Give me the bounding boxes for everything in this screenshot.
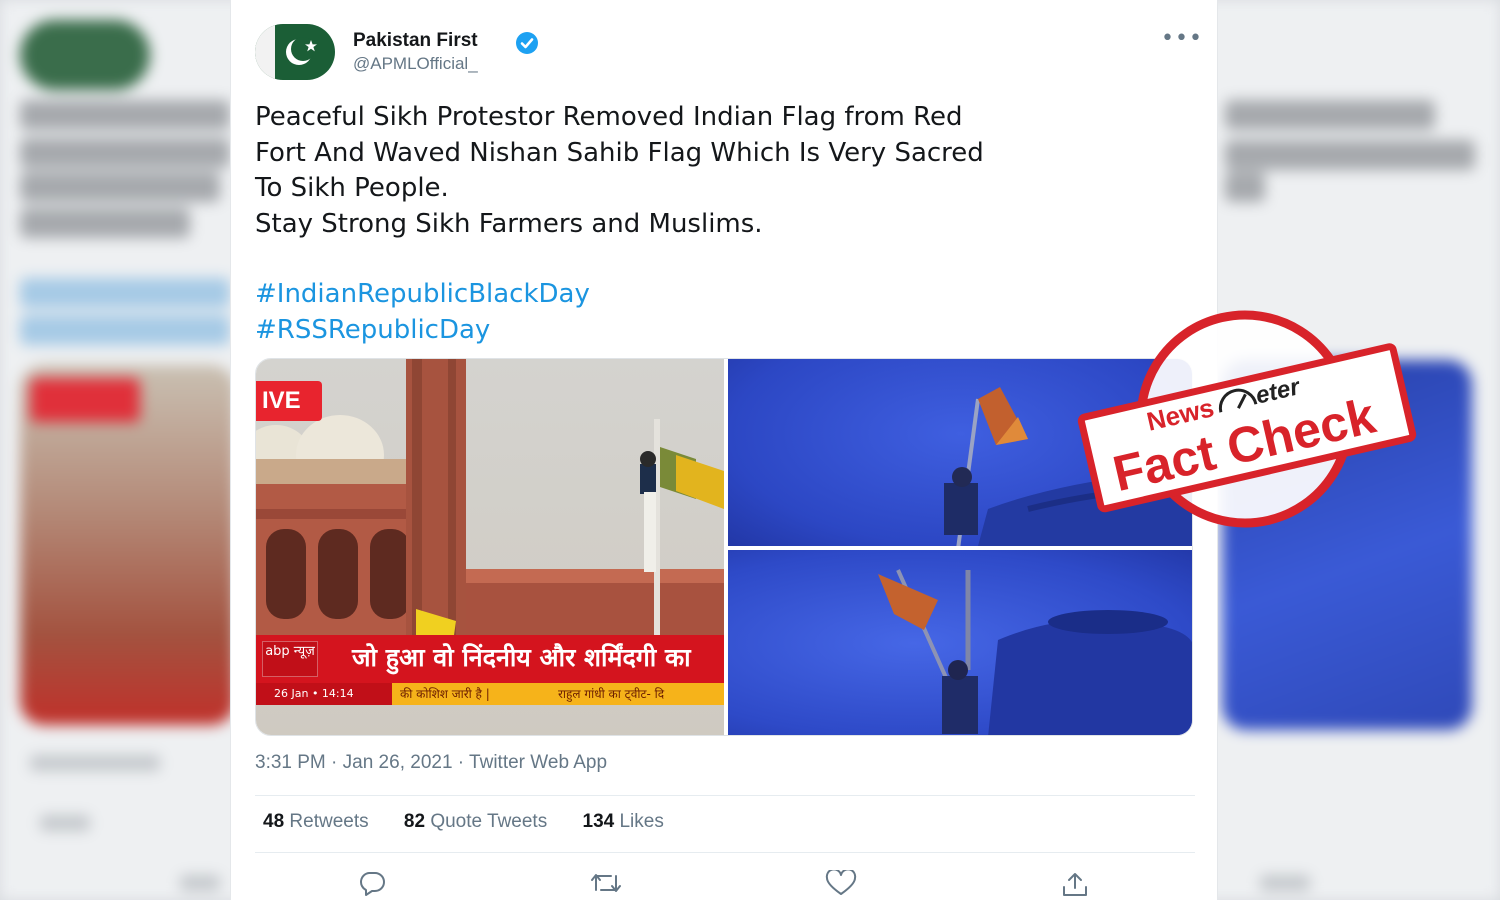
retweets-count: 48 bbox=[263, 811, 285, 832]
display-name[interactable]: Pakistan First bbox=[353, 30, 478, 52]
likes-label: Likes bbox=[619, 811, 664, 832]
flag-waving-photo-bottom[interactable] bbox=[728, 550, 1192, 735]
tweet-card: Pakistan First @APMLOfficial_ ••• Peacef… bbox=[230, 0, 1218, 900]
channel-logo: abp न्यूज़ bbox=[262, 641, 318, 677]
retweets-label: Retweets bbox=[289, 811, 369, 832]
retweet-icon[interactable] bbox=[589, 870, 623, 896]
likes-count: 134 bbox=[582, 811, 615, 832]
tweet-text-line: Peaceful Sikh Protestor Removed Indian F… bbox=[255, 102, 963, 132]
ticker-date: 26 Jan • 14:14 bbox=[256, 683, 392, 705]
share-icon[interactable] bbox=[1059, 870, 1091, 898]
flag-waving-photo-top[interactable] bbox=[728, 359, 1192, 546]
tweet-media-grid: IVE abp न्यूज़ जो हुआ वो निंदनीय और शर्म… bbox=[255, 358, 1193, 736]
divider bbox=[255, 795, 1195, 796]
hashtag-list: #IndianRepublicBlackDay #RSSRepublicDay bbox=[255, 277, 590, 348]
likes-stat[interactable]: 134 Likes bbox=[583, 811, 664, 832]
divider bbox=[255, 852, 1195, 853]
tweet-text-line: To Sikh People. bbox=[255, 173, 449, 203]
tweet-timestamp[interactable]: 3:31 PM · Jan 26, 2021 · Twitter Web App bbox=[255, 752, 607, 774]
retweets-stat[interactable]: 48 Retweets bbox=[263, 811, 369, 832]
tweet-actions bbox=[231, 866, 1219, 900]
pakistan-flag-icon bbox=[286, 37, 317, 65]
user-handle[interactable]: @APMLOfficial_ bbox=[353, 54, 478, 74]
tweet-text-line: Stay Strong Sikh Farmers and Muslims. bbox=[255, 208, 763, 239]
ticker-text: की कोशिश जारी है | bbox=[400, 687, 490, 701]
tweet-text-line: Fort And Waved Nishan Sahib Flag Which I… bbox=[255, 137, 984, 168]
avatar[interactable] bbox=[255, 24, 335, 80]
tweet-stats: 48 Retweets 82 Quote Tweets 134 Likes bbox=[263, 811, 694, 833]
tweet-text: Peaceful Sikh Protestor Removed Indian F… bbox=[255, 100, 1205, 242]
quotes-count: 82 bbox=[403, 811, 426, 832]
flag-waving-scene bbox=[944, 387, 1192, 546]
news-headline: जो हुआ वो निंदनीय और शर्मिंदगी का bbox=[352, 643, 691, 672]
news-ticker: 26 Jan • 14:14 की कोशिश जारी है | राहुल … bbox=[256, 683, 724, 705]
verified-badge-icon bbox=[516, 32, 538, 54]
like-icon[interactable] bbox=[825, 870, 857, 896]
quotes-label: Quote Tweets bbox=[430, 811, 548, 832]
hashtag-link[interactable]: #IndianRepublicBlackDay bbox=[255, 277, 590, 313]
live-badge: IVE bbox=[256, 381, 322, 421]
red-fort-news-photo[interactable]: IVE abp न्यूज़ जो हुआ वो निंदनीय और शर्म… bbox=[256, 359, 724, 735]
flag-waving-scene bbox=[878, 569, 1192, 735]
ticker-text: राहुल गांधी का ट्वीट- दि bbox=[558, 687, 665, 701]
more-icon[interactable]: ••• bbox=[1161, 26, 1203, 51]
news-headline-bar: abp न्यूज़ जो हुआ वो निंदनीय और शर्मिंदग… bbox=[256, 635, 724, 683]
hashtag-link[interactable]: #RSSRepublicDay bbox=[255, 313, 590, 349]
quote-tweets-stat[interactable]: 82 Quote Tweets bbox=[404, 811, 547, 832]
reply-icon[interactable] bbox=[357, 870, 387, 896]
